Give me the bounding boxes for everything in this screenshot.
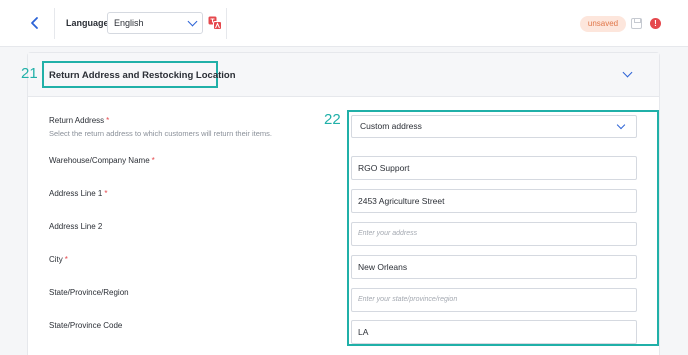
return-address-label: Return Address * — [49, 116, 109, 125]
state-region-field[interactable]: Enter your state/province/region — [351, 288, 637, 312]
required-mark: * — [151, 156, 155, 165]
return-address-value: Custom address — [360, 121, 422, 131]
alert-icon[interactable]: ! — [650, 18, 661, 29]
chevron-left-icon — [31, 17, 38, 29]
state-code-label: State/Province Code — [49, 321, 123, 330]
chevron-down-icon — [616, 120, 626, 130]
address-line-1-label-text: Address Line 1 — [49, 189, 103, 198]
callout-number-22: 22 — [324, 111, 341, 128]
city-field[interactable]: New Orleans — [351, 255, 637, 279]
return-address-label-text: Return Address — [49, 116, 105, 125]
address-line-2-label: Address Line 2 — [49, 222, 103, 231]
state-code-field[interactable]: LA — [351, 320, 637, 344]
language-select-value: English — [114, 18, 144, 28]
save-icon[interactable] — [631, 18, 642, 29]
language-label: Language — [66, 18, 109, 28]
toolbar-divider — [226, 8, 227, 39]
address-line-1-field[interactable]: 2453 Agriculture Street — [351, 189, 637, 213]
unsaved-badge: unsaved — [580, 16, 626, 32]
required-mark: * — [64, 255, 68, 264]
company-name-field[interactable]: RGO Support — [351, 156, 637, 180]
state-region-label: State/Province/Region — [49, 288, 129, 297]
translate-icon-graphic — [208, 16, 222, 30]
address-line-2-field[interactable]: Enter your address — [351, 222, 637, 246]
top-toolbar: Language English unsaved ! — [0, 0, 688, 47]
city-label-text: City — [49, 255, 63, 264]
return-address-select[interactable]: Custom address — [351, 115, 637, 138]
city-label: City * — [49, 255, 68, 264]
company-name-label: Warehouse/Company Name * — [49, 156, 155, 165]
return-address-help: Select the return address to which custo… — [49, 129, 273, 138]
required-mark: * — [104, 189, 108, 198]
company-name-label-text: Warehouse/Company Name — [49, 156, 150, 165]
translate-icon[interactable] — [208, 16, 222, 30]
callout-number-21: 21 — [21, 65, 38, 82]
back-button[interactable] — [27, 15, 43, 31]
toolbar-divider — [54, 8, 55, 39]
section-title: Return Address and Restocking Location — [49, 70, 236, 81]
chevron-down-icon — [187, 16, 198, 27]
required-mark: * — [106, 116, 110, 125]
address-line-1-label: Address Line 1 * — [49, 189, 108, 198]
language-select[interactable]: English — [107, 12, 203, 34]
